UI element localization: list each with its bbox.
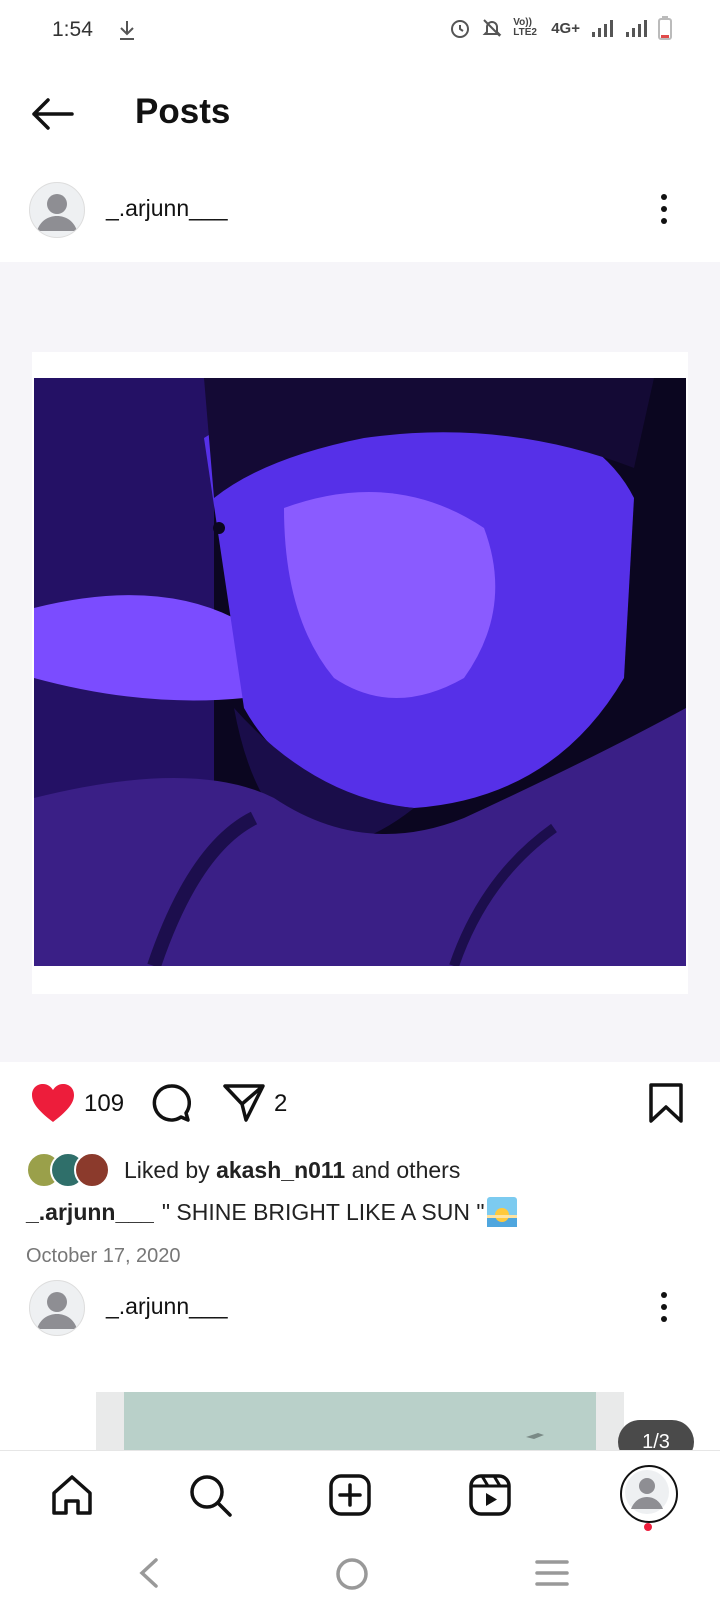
next-post-header: _.arjunn___ bbox=[0, 1275, 720, 1341]
like-count[interactable]: 109 bbox=[84, 1090, 124, 1118]
home-icon[interactable] bbox=[48, 1471, 96, 1519]
like-heart-icon[interactable] bbox=[30, 1082, 76, 1124]
profile-tab[interactable] bbox=[620, 1465, 678, 1523]
more-options-icon[interactable] bbox=[652, 187, 676, 231]
share-count: 2 bbox=[274, 1090, 288, 1117]
caption-username[interactable]: _.arjunn___ bbox=[26, 1199, 154, 1226]
reels-icon[interactable] bbox=[466, 1471, 514, 1519]
avatar[interactable] bbox=[29, 182, 85, 238]
status-icons: Vo)) LTE2 4G+ bbox=[449, 16, 672, 40]
signal-icon bbox=[626, 20, 647, 37]
status-bar: 1:54 Vo)) LTE2 4G+ bbox=[0, 0, 720, 62]
default-avatar-icon bbox=[37, 194, 77, 231]
signal-icon bbox=[592, 20, 613, 37]
bookmark-icon[interactable] bbox=[648, 1082, 684, 1124]
battery-icon bbox=[658, 16, 672, 40]
page-title: Posts bbox=[135, 92, 231, 131]
default-avatar-icon bbox=[37, 1292, 77, 1329]
liked-by-row[interactable]: Liked by akash_n011 and others bbox=[26, 1150, 460, 1190]
create-icon[interactable] bbox=[326, 1471, 374, 1519]
liker-avatar bbox=[74, 1152, 110, 1188]
next-post-photo[interactable] bbox=[96, 1392, 624, 1452]
comment-icon[interactable] bbox=[150, 1082, 192, 1124]
post-actions: 109 2 bbox=[0, 1080, 720, 1130]
volte-label: Vo)) LTE2 bbox=[513, 17, 537, 38]
home-circle-icon[interactable] bbox=[334, 1556, 370, 1592]
back-icon[interactable] bbox=[134, 1556, 164, 1590]
system-nav bbox=[0, 1534, 720, 1612]
network-label: 4G+ bbox=[551, 19, 580, 37]
back-arrow-icon[interactable] bbox=[28, 94, 76, 134]
recents-icon[interactable] bbox=[534, 1556, 570, 1590]
mute-icon bbox=[482, 19, 502, 37]
sunrise-emoji-icon bbox=[486, 1197, 517, 1227]
post-header: _.arjunn___ bbox=[0, 177, 720, 243]
bottom-nav bbox=[0, 1450, 720, 1535]
liked-by-user: akash_n011 bbox=[216, 1156, 346, 1183]
post-photo[interactable] bbox=[34, 378, 686, 966]
avatar[interactable] bbox=[29, 1280, 85, 1336]
more-options-icon[interactable] bbox=[652, 1285, 676, 1329]
post-caption: _.arjunn___ " SHINE BRIGHT LIKE A SUN " bbox=[26, 1197, 517, 1227]
share-icon[interactable] bbox=[222, 1082, 266, 1124]
post-date: October 17, 2020 bbox=[26, 1245, 181, 1267]
liked-by-text[interactable]: Liked by akash_n011 and others bbox=[124, 1157, 460, 1184]
alarm-icon bbox=[451, 20, 470, 38]
notification-dot bbox=[644, 1523, 652, 1531]
post-username[interactable]: _.arjunn___ bbox=[106, 1293, 228, 1320]
search-icon[interactable] bbox=[186, 1471, 234, 1519]
profile-icon bbox=[625, 1470, 669, 1514]
top-bar: Posts bbox=[0, 80, 720, 146]
caption-text: " SHINE BRIGHT LIKE A SUN " bbox=[161, 1198, 485, 1225]
download-icon bbox=[120, 21, 134, 40]
status-time: 1:54 bbox=[52, 18, 93, 41]
post-username[interactable]: _.arjunn___ bbox=[106, 195, 228, 222]
